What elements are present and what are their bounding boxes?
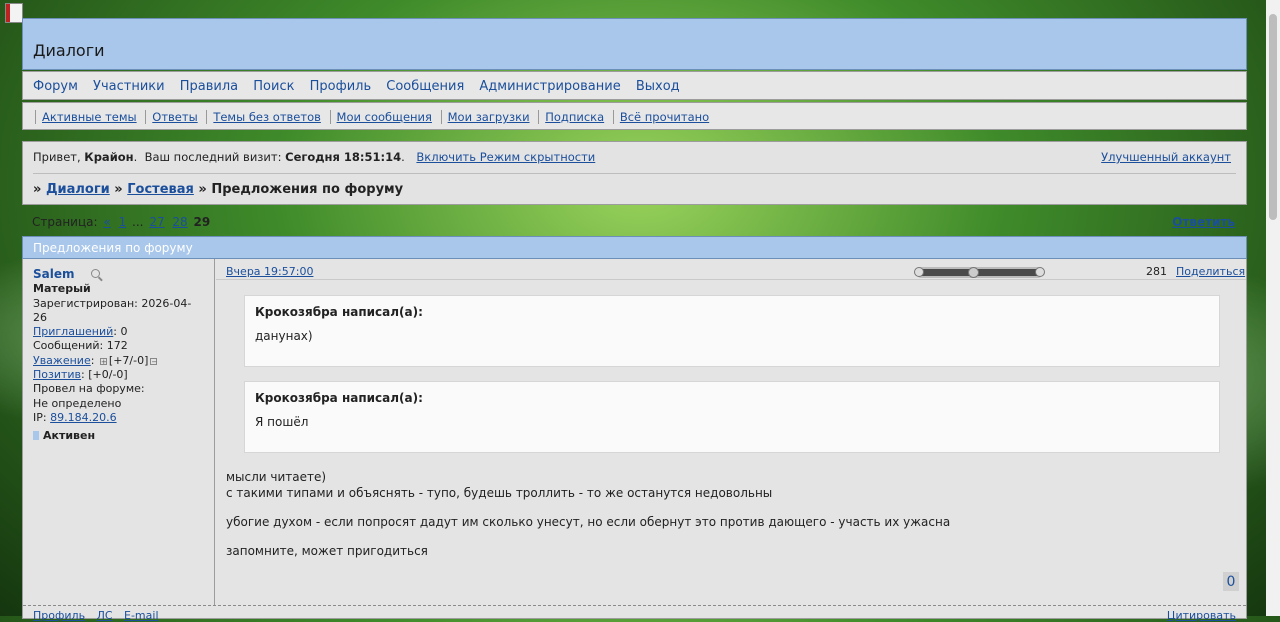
- author-time-label: Провел на форуме:: [33, 382, 145, 396]
- author-status-text: Активен: [43, 429, 96, 443]
- pagination-label: Страница:: [32, 215, 98, 229]
- author-time-value: Не определено: [33, 396, 122, 410]
- main-navigation: Форум Участники Правила Поиск Профиль Со…: [22, 71, 1247, 100]
- share-link[interactable]: Поделиться: [1176, 265, 1245, 278]
- post-text-line: с такими типами и объяснять - тупо, буде…: [226, 486, 773, 500]
- breadcrumb-separator: »: [114, 182, 123, 197]
- breadcrumb-forum[interactable]: Диалоги: [46, 182, 110, 197]
- post-text-line: мысли читаете): [226, 470, 327, 484]
- username: Крайон: [84, 150, 134, 164]
- rating-slider[interactable]: [914, 267, 1045, 278]
- minus-icon[interactable]: −: [150, 357, 158, 365]
- subnav-my-posts[interactable]: Мои сообщения: [329, 110, 437, 124]
- breadcrumb-current: Предложения по форуму: [211, 182, 404, 197]
- post-footer: Профиль ЛС E-mail Цитировать: [23, 605, 1246, 622]
- breadcrumb-separator: »: [33, 182, 42, 197]
- slider-knob[interactable]: [968, 267, 979, 278]
- author-invites-link[interactable]: Приглашений: [33, 325, 113, 338]
- greeting: Привет,: [33, 150, 81, 164]
- premium-account-link[interactable]: Улучшенный аккаунт: [1101, 150, 1231, 164]
- slider-right-cap: [1035, 267, 1045, 277]
- post: Salem Матерый Зарегистрирован: 2026-04-2…: [22, 259, 1247, 622]
- pagination-dots: ...: [132, 215, 144, 229]
- post-number: 281: [1146, 265, 1167, 278]
- nav-search[interactable]: Поиск: [253, 79, 294, 94]
- nav-messages[interactable]: Сообщения: [386, 79, 464, 94]
- author-ip-link[interactable]: 89.184.20.6: [50, 411, 116, 424]
- breadcrumb-separator: »: [198, 182, 207, 197]
- subnav-unanswered[interactable]: Темы без ответов: [206, 110, 326, 124]
- quote-author: Крокозябра написал(а):: [255, 391, 423, 405]
- quote-block: Крокозябра написал(а): Я пошёл: [244, 381, 1220, 453]
- stealth-mode-link[interactable]: Включить Режим скрытности: [416, 150, 595, 164]
- author-posts: Сообщений: 172: [33, 339, 128, 353]
- pagination-current: 29: [193, 215, 211, 229]
- sub-navigation: Активные темы Ответы Темы без ответов Мо…: [22, 102, 1247, 130]
- nav-members[interactable]: Участники: [93, 79, 165, 94]
- author-respect-link[interactable]: Уважение: [33, 354, 91, 367]
- topic-title: Предложения по форуму: [33, 241, 193, 255]
- last-visit-value: Сегодня 18:51:14: [285, 150, 402, 164]
- pagination-prev[interactable]: «: [103, 215, 110, 229]
- reaction-counter[interactable]: 0: [1223, 572, 1239, 591]
- nav-admin[interactable]: Администрирование: [479, 79, 620, 94]
- post-message: мысли читаете) с такими типами и объяснят…: [226, 469, 950, 572]
- scrollbar-thumb[interactable]: [1269, 14, 1277, 220]
- post-body: Вчера 19:57:00 281 Поделиться Крокозябра…: [216, 259, 1246, 605]
- forum-title: Диалоги: [33, 41, 105, 60]
- author-ip-label: IP:: [33, 410, 47, 424]
- post-text-line: запомните, может пригодиться: [226, 544, 428, 558]
- author-status: Активен: [33, 429, 204, 443]
- reply-button[interactable]: Ответить: [1172, 215, 1235, 229]
- nav-forum[interactable]: Форум: [33, 79, 78, 94]
- nav-rules[interactable]: Правила: [180, 79, 238, 94]
- author-respect-value: [+7/-0]: [108, 353, 149, 367]
- nav-logout[interactable]: Выход: [636, 79, 680, 94]
- slider-left-cap: [914, 267, 924, 277]
- topic-title-bar: Предложения по форуму: [22, 236, 1247, 259]
- quote-text: данунах): [255, 329, 313, 343]
- breadcrumb: » Диалоги » Гостевая » Предложения по фо…: [33, 182, 403, 197]
- forum-header: Диалоги: [22, 18, 1247, 70]
- quote-block: Крокозябра написал(а): данунах): [244, 295, 1220, 367]
- pagination-page-28[interactable]: 28: [172, 215, 187, 229]
- nav-profile[interactable]: Профиль: [310, 79, 372, 94]
- browser-tab-icon: [6, 4, 22, 22]
- welcome-panel: Привет, Крайон. Ваш последний визит: Сег…: [22, 141, 1247, 205]
- welcome-line: Привет, Крайон. Ваш последний визит: Сег…: [33, 150, 596, 164]
- plus-icon[interactable]: +: [99, 357, 107, 365]
- post-author-panel: Salem Матерый Зарегистрирован: 2026-04-2…: [23, 259, 215, 605]
- pagination: Страница: « 1 ... 27 28 29: [32, 215, 210, 229]
- author-registered: Зарегистрирован: 2026-04-26: [33, 296, 192, 324]
- subnav-active-topics[interactable]: Активные темы: [35, 110, 142, 124]
- author-positive-link[interactable]: Позитив: [33, 368, 81, 381]
- subnav-subscriptions[interactable]: Подписка: [538, 110, 610, 124]
- post-text-line: убогие духом - если попросят дадут им ск…: [226, 515, 951, 529]
- divider: [33, 173, 1236, 174]
- author-name[interactable]: Salem: [33, 267, 75, 281]
- subnav-replies[interactable]: Ответы: [145, 110, 203, 124]
- pagination-page-27[interactable]: 27: [149, 215, 164, 229]
- last-visit-label: Ваш последний визит:: [144, 150, 282, 164]
- author-rank: Матерый: [33, 282, 91, 296]
- status-indicator-icon: [33, 431, 39, 441]
- quote-author: Крокозябра написал(а):: [255, 305, 423, 319]
- quote-text: Я пошёл: [255, 415, 309, 429]
- author-invites-value: : 0: [113, 325, 128, 339]
- author-positive-value: : [+0/-0]: [81, 368, 128, 382]
- search-icon[interactable]: [90, 269, 100, 278]
- subnav-my-uploads[interactable]: Мои загрузки: [440, 110, 535, 124]
- scrollbar[interactable]: [1266, 0, 1280, 616]
- forum-wrapper: Диалоги Форум Участники Правила Поиск Пр…: [22, 18, 1247, 622]
- breadcrumb-guestbook[interactable]: Гостевая: [127, 182, 194, 197]
- post-date-link[interactable]: Вчера 19:57:00: [226, 265, 313, 278]
- subnav-mark-read[interactable]: Всё прочитано: [612, 110, 715, 124]
- post-header: Вчера 19:57:00 281 Поделиться: [216, 259, 1246, 280]
- pagination-page-1[interactable]: 1: [119, 215, 127, 229]
